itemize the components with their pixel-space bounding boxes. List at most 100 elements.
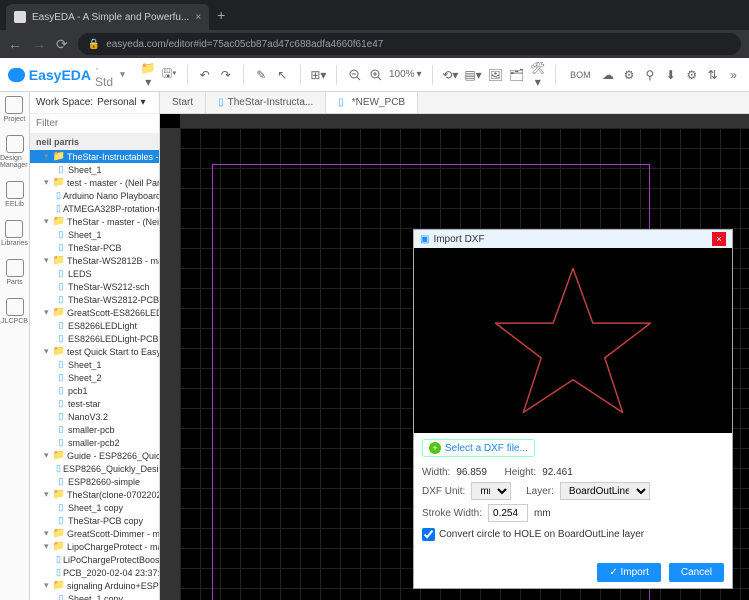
reload-icon[interactable]: ⟳ [56,36,68,53]
tree-file[interactable]: ▯Arduino Nano Playboard [30,189,159,202]
tree-file[interactable]: ▯ESP8266_Quickly_Design [30,462,159,475]
bom-button[interactable]: BOM [566,68,595,82]
import-button[interactable]: ✓ Import [597,563,661,582]
share-button[interactable]: ⚲ [642,64,657,86]
tree-folder[interactable]: ▾📁LipoChargeProtect - master - (Neil... [30,540,159,553]
dialog-titlebar[interactable]: ▣ Import DXF × [414,230,732,248]
tree-file[interactable]: ▯Sheet_2 [30,371,159,384]
browser-tab[interactable]: EasyEDA - A Simple and Powerfu... × [6,4,209,30]
app-logo[interactable]: EasyEDA · Std ▾ [8,61,125,89]
tree-folder[interactable]: ▾📁TheStar - master - (Neil Parris) [30,215,159,228]
left-panel-parts[interactable]: Parts [6,259,24,286]
collapse-button[interactable]: » [726,64,741,86]
left-panel-project[interactable]: Project [4,96,26,123]
cloud-button[interactable]: ☁ [601,64,616,86]
left-panel-jlcpcb[interactable]: JLCPCB [1,298,28,325]
left-panel-design-manager[interactable]: Design Manager [0,135,29,169]
fabricate-button[interactable]: ⚙ [622,64,637,86]
convert-checkbox-row: Convert circle to HOLE on BoardOutLine l… [422,528,724,541]
file-icon: ▯ [56,463,61,474]
tree-file[interactable]: ▯ES8266LEDLight-PCB [30,332,159,345]
tree-file[interactable]: ▯Sheet_1 [30,358,159,371]
settings-button[interactable]: ⚙ [684,64,699,86]
folder-button[interactable]: 📁▾ [141,64,156,86]
stroke-label: Stroke Width: [422,508,482,519]
tree-file[interactable]: ▯LiPoChargeProtectBoost [30,553,159,566]
left-panel-eelib[interactable]: EELib [5,181,24,208]
rotate-button[interactable]: ⟲▾ [442,64,458,86]
tree-file[interactable]: ▯ATMEGA328P-rotation-test [30,202,159,215]
tree-folder[interactable]: ▾📁signaling Arduino+ESP8266+SIM8... [30,579,159,592]
left-panel-libraries[interactable]: Libraries [1,220,28,247]
tree-folder[interactable]: ▾📁TheStar-WS2812B - master - (Neil... [30,254,159,267]
tree-file[interactable]: ▯pcb1 [30,384,159,397]
close-icon[interactable]: × [712,232,726,246]
tree-file[interactable]: ▯TheStar-WS2812-PCB [30,293,159,306]
redo-button[interactable]: ↷ [218,64,233,86]
tree-folder[interactable]: ▾📁Guide - ESP8266_Quickly Design... [30,449,159,462]
url-field[interactable]: 🔒 easyeda.com/editor#id=75ac05cb87ad47c6… [78,33,741,55]
undo-button[interactable]: ↶ [197,64,212,86]
tree-folder[interactable]: ▾📁GreatScott-Dimmer - master - (Nei... [30,527,159,540]
tree-file[interactable]: ▯TheStar-PCB copy [30,514,159,527]
tree-item-label: TheStar-WS2812-PCB [68,295,159,305]
filter-input[interactable] [30,114,159,133]
chevron-down-icon: ▾ [141,97,146,108]
select-file-button[interactable]: + Select a DXF file... [422,439,535,457]
zoom-in-button[interactable] [368,64,383,86]
tree-folder[interactable]: ▾📁TheStar(clone-07022020) - master... [30,488,159,501]
tree-item-label: Sheet_1 copy [68,594,123,600]
brush-button[interactable]: ✎ [254,64,269,86]
align-button[interactable]: ▤▾ [464,64,481,86]
file-icon: ▯ [56,515,66,526]
tools-button[interactable]: 🛠▾ [530,64,545,86]
upload-button[interactable]: ⇅ [705,64,720,86]
tree-file[interactable]: ▯PCB_2020-02-04 23:37:14 [30,566,159,579]
tree-file[interactable]: ▯ES8266LEDLight [30,319,159,332]
tree-folder[interactable]: ▾📁TheStar-Instructables - master - (N... [30,150,159,163]
tree-file[interactable]: ▯smaller-pcb2 [30,436,159,449]
add-button[interactable]: ⊞▾ [310,64,326,86]
pcb-canvas[interactable]: ▣ Import DXF × + Select a DXF file. [160,114,749,600]
forward-icon[interactable]: → [32,36,46,52]
tree-file[interactable]: ▯ESP82660-simple [30,475,159,488]
workspace-selector[interactable]: Work Space: Personal ▾ [30,92,159,114]
zoom-out-button[interactable] [347,64,362,86]
download-button[interactable]: ⬇ [663,64,678,86]
stroke-input[interactable] [488,504,528,522]
import-dxf-dialog: ▣ Import DXF × + Select a DXF file. [413,229,733,589]
new-tab-button[interactable]: + [217,7,225,23]
tree-file[interactable]: ▯Sheet_1 [30,228,159,241]
tree-file[interactable]: ▯Sheet_1 copy [30,592,159,600]
tree-file[interactable]: ▯smaller-pcb [30,423,159,436]
file-tab[interactable]: ▯*NEW_PCB [326,92,418,113]
tree-file[interactable]: ▯LEDS [30,267,159,280]
zoom-level[interactable]: 100% ▾ [389,69,422,80]
workspace-value: Personal [97,97,136,108]
tree-folder[interactable]: ▾📁GreatScott-ES8266LEDLight - mast... [30,306,159,319]
tree-folder[interactable]: ▾📁test - master - (Neil Parris) [30,176,159,189]
tree-folder[interactable]: ▾📁test Quick Start to EasyEDA - mast... [30,345,159,358]
layer-select[interactable]: BoardOutLine [560,482,650,500]
tree-section-head[interactable]: neil parris [30,134,159,150]
close-icon[interactable]: × [195,12,201,23]
tree-file[interactable]: ▯TheStar-WS212-sch [30,280,159,293]
convert-checkbox[interactable] [422,528,435,541]
file-tab[interactable]: ▯TheStar-Instructa... [206,92,326,113]
unit-select[interactable]: mm [471,482,511,500]
tree-file[interactable]: ▯test-star [30,397,159,410]
tree-file[interactable]: ▯Sheet_1 [30,163,159,176]
view-button[interactable]: 🗂 [509,64,524,86]
tree-file[interactable]: ▯Sheet_1 copy [30,501,159,514]
image-button[interactable]: 🖼 [488,64,503,86]
cancel-button[interactable]: Cancel [669,563,724,582]
save-button[interactable]: 🖫▾ [162,64,177,86]
tree-file[interactable]: ▯TheStar-PCB [30,241,159,254]
file-tab[interactable]: Start [160,92,206,113]
tree-item-label: pcb1 [68,386,88,396]
tree-file[interactable]: ▯NanoV3.2 [30,410,159,423]
tree-item-label: ATMEGA328P-rotation-test [63,204,159,214]
file-icon: ▯ [56,359,66,370]
cursor-button[interactable]: ↖ [275,64,290,86]
back-icon[interactable]: ← [8,36,22,52]
